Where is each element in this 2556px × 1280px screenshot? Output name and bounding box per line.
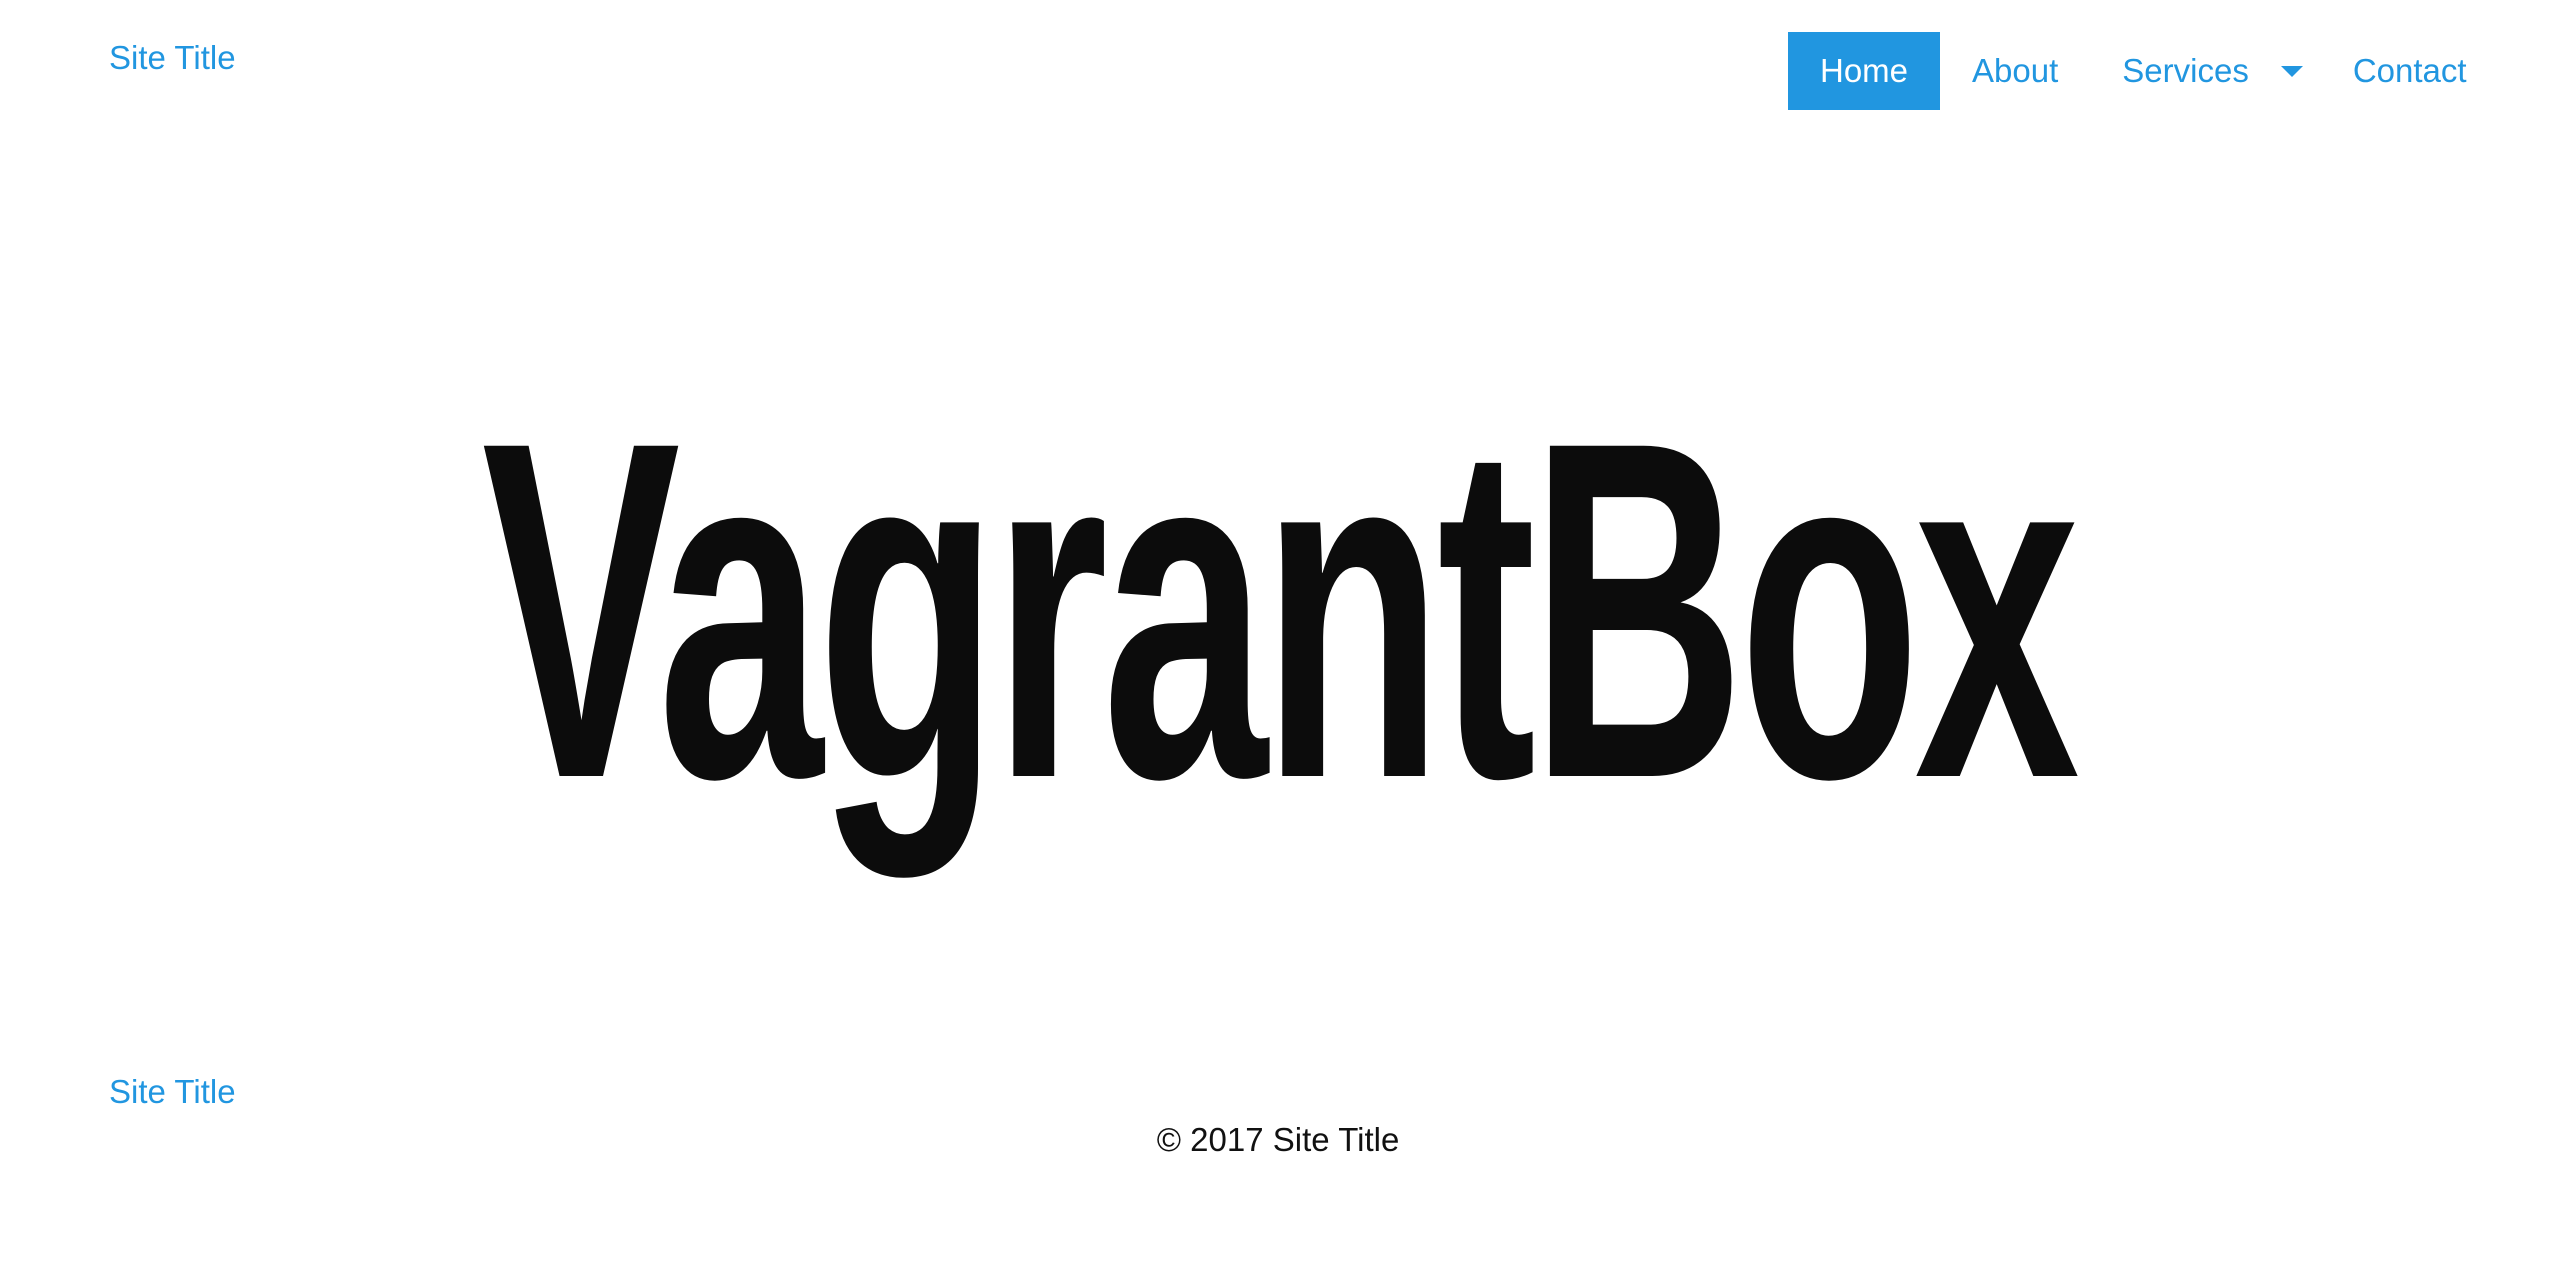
nav-about-link[interactable]: About — [1940, 32, 2090, 110]
nav-services-label: Services — [2122, 52, 2249, 89]
site-title-link[interactable]: Site Title — [109, 38, 236, 78]
hero: VagrantBox — [0, 340, 2556, 880]
nav-home-link[interactable]: Home — [1788, 32, 1941, 110]
caret-down-icon — [2280, 65, 2303, 77]
hero-title: VagrantBox — [482, 341, 2080, 878]
copyright-text: © 2017 Site Title — [1156, 1121, 1400, 1158]
main-nav: Home About Services Contact — [1788, 32, 2499, 110]
nav-contact-link[interactable]: Contact — [2321, 32, 2499, 110]
footer-site-title-link[interactable]: Site Title — [109, 1072, 236, 1112]
nav-services-dropdown[interactable]: Services — [2090, 32, 2321, 110]
